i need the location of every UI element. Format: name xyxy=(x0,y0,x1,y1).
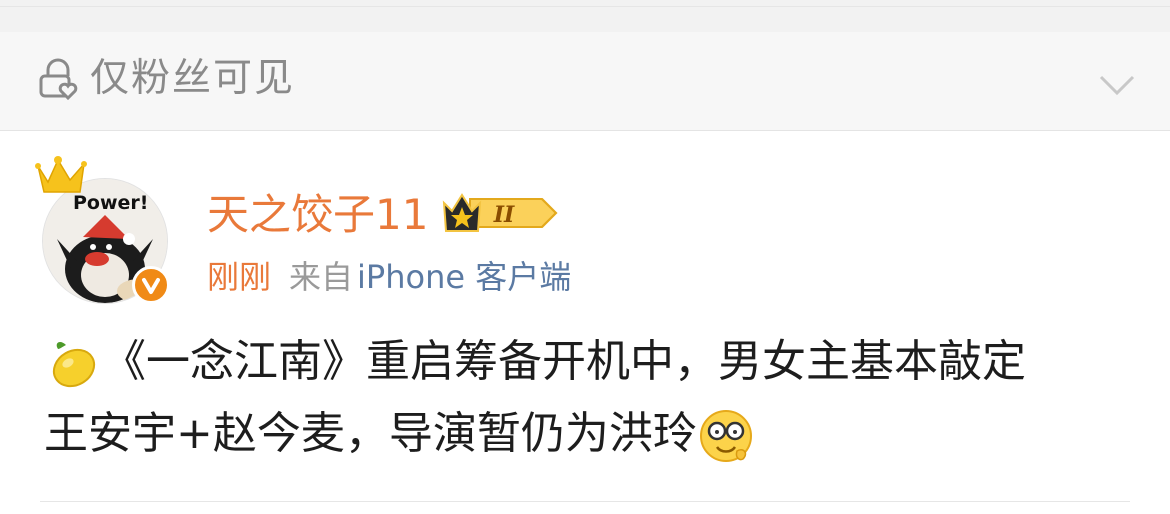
post-body-line-2: 王安宇+赵今麦，导演暂仍为洪玲 xyxy=(44,398,1134,470)
chevron-down-icon[interactable] xyxy=(1098,72,1136,98)
visibility-bar[interactable]: 仅粉丝可见 xyxy=(0,32,1170,131)
visibility-label: 仅粉丝可见 xyxy=(90,56,296,101)
face-glasses-icon xyxy=(699,410,752,462)
top-divider-line xyxy=(0,6,1170,7)
post-time: 刚刚 xyxy=(207,258,272,296)
post-body-line-1: 《一念江南》重启筹备开机中，男女主基本敲定 xyxy=(44,326,1134,398)
post-body-text-1: 《一念江南》重启筹备开机中，男女主基本敲定 xyxy=(102,336,1026,387)
crown-icon xyxy=(35,156,87,193)
source-device-link[interactable]: iPhone 客户端 xyxy=(357,258,571,296)
lock-heart-icon xyxy=(39,58,78,100)
top-separator xyxy=(0,0,1170,32)
vip-level-text: II xyxy=(493,202,515,228)
post-body-text-2: 王安宇+赵今麦，导演暂仍为洪玲 xyxy=(44,408,697,459)
post-body: 《一念江南》重启筹备开机中，男女主基本敲定 王安宇+赵今麦，导演暂仍为洪玲 xyxy=(44,326,1134,470)
lemon-icon xyxy=(52,342,96,388)
post-meta: 刚刚 来自 iPhone 客户端 xyxy=(207,255,571,299)
source-prefix: 来自 xyxy=(289,258,354,296)
vip-level-badge[interactable]: II xyxy=(442,191,560,235)
author-avatar-block[interactable]: Power! xyxy=(34,152,174,304)
verified-v-icon xyxy=(132,266,170,304)
bottom-divider xyxy=(40,501,1130,502)
author-name[interactable]: 天之饺子11 xyxy=(207,188,428,242)
